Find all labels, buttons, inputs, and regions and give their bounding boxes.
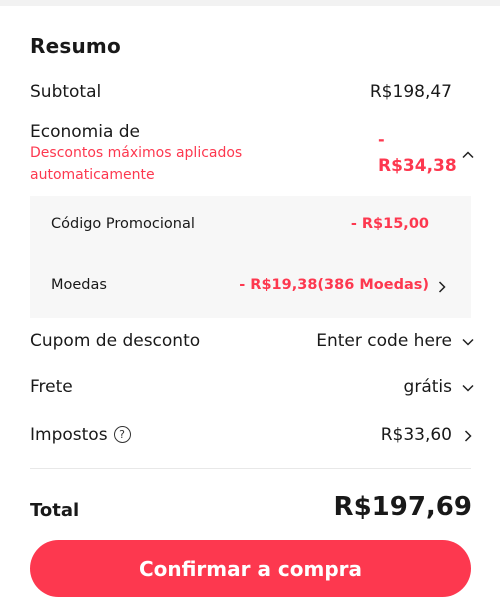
chevron-down-icon[interactable] (461, 381, 475, 395)
savings-label: Economia de (30, 122, 141, 142)
savings-value: R$34,38 (378, 156, 457, 176)
order-summary-card: Resumo Subtotal R$198,47 Economia de Des… (0, 6, 500, 597)
promo-code-label: Código Promocional (51, 216, 195, 232)
discount-breakdown: Código Promocional - R$15,00 Moedas - R$… (30, 196, 471, 318)
help-circle-icon[interactable]: ? (113, 426, 131, 443)
confirm-purchase-button[interactable]: Confirmar a compra (30, 540, 471, 597)
taxes-label: Impostos? (30, 425, 131, 445)
chevron-down-icon[interactable] (461, 335, 475, 349)
chevron-right-icon[interactable] (435, 280, 449, 294)
subtotal-label: Subtotal (30, 82, 102, 102)
chevron-up-icon (462, 151, 474, 159)
total-label: Total (30, 500, 80, 521)
chevron-right-icon[interactable] (461, 429, 475, 443)
coins-label: Moedas (51, 277, 107, 293)
promo-code-value: - R$15,00 (350, 216, 429, 232)
savings-note: Descontos máximos aplicados automaticame… (30, 145, 243, 183)
shipping-label: Frete (30, 377, 73, 397)
coins-value[interactable]: - R$19,38(386 Moedas) (239, 277, 429, 293)
coupon-input[interactable]: Enter code here (316, 331, 452, 351)
total-value: R$197,69 (333, 492, 472, 522)
divider (30, 468, 471, 469)
shipping-value[interactable]: grátis (404, 377, 452, 397)
summary-title: Resumo (30, 34, 121, 58)
taxes-value[interactable]: R$33,60 (381, 425, 452, 445)
savings-prefix: - (378, 130, 385, 149)
subtotal-value: R$198,47 (369, 82, 452, 102)
coupon-label: Cupom de desconto (30, 331, 201, 351)
savings-toggle[interactable] (461, 147, 477, 163)
taxes-label-text: Impostos (30, 425, 108, 445)
